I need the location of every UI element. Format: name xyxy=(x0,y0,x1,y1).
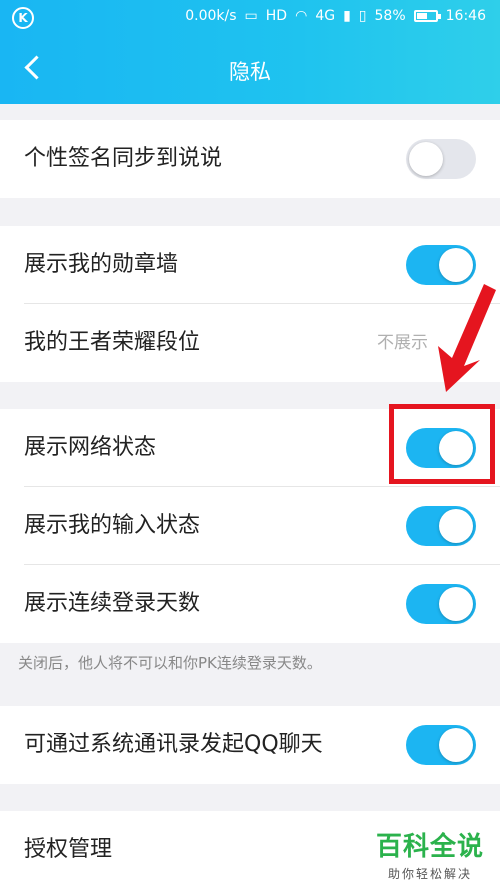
red-highlight-box xyxy=(389,404,495,484)
watermark-logo: 百科全说 助你轻松解决 xyxy=(376,826,484,882)
row-label: 展示网络状态 xyxy=(24,435,157,460)
toggle-knob xyxy=(439,248,473,282)
red-arrow-annotation xyxy=(438,284,496,392)
row-label: 我的王者荣耀段位 xyxy=(24,330,201,355)
row-contacts-qq-chat[interactable]: 可通过系统通讯录发起QQ聊天 xyxy=(0,706,500,784)
wifi-icon: ◠ xyxy=(295,8,308,24)
clock: 16:46 xyxy=(445,8,486,24)
battery-percent: 58% xyxy=(374,8,406,24)
row-label: 展示我的输入状态 xyxy=(24,513,201,538)
arrow-shape xyxy=(438,284,496,392)
toggle-knob xyxy=(439,587,473,621)
network-speed: 0.00k/s xyxy=(185,8,237,24)
signature-sync-toggle[interactable] xyxy=(406,139,476,179)
hd-icon: HD xyxy=(265,8,288,24)
4g-icon: 4G xyxy=(315,8,336,24)
row-login-days[interactable]: 展示连续登录天数 xyxy=(0,565,500,643)
toggle-knob xyxy=(439,509,473,543)
row-signature-sync[interactable]: 个性签名同步到说说 xyxy=(0,120,500,198)
medal-wall-toggle[interactable] xyxy=(406,245,476,285)
row-label: 个性签名同步到说说 xyxy=(24,146,223,171)
battery-fill xyxy=(416,13,428,19)
login-days-toggle[interactable] xyxy=(406,584,476,624)
app-header: K 0.00k/s ▭ HD ◠ 4G ▮ ▯ 58% 16:46 隐私 xyxy=(0,0,500,104)
nav-bar: 隐私 xyxy=(0,36,500,104)
contacts-qq-chat-toggle[interactable] xyxy=(406,725,476,765)
app-k-icon: K xyxy=(12,7,34,29)
login-days-hint: 关闭后，他人将不可以和你PK连续登录天数。 xyxy=(18,654,322,672)
watermark-subtitle: 助你轻松解决 xyxy=(387,867,472,881)
cast-icon: ▭ xyxy=(244,8,258,24)
row-label: 可通过系统通讯录发起QQ聊天 xyxy=(24,732,323,757)
status-bar: K 0.00k/s ▭ HD ◠ 4G ▮ ▯ 58% 16:46 xyxy=(0,0,500,36)
row-label: 授权管理 xyxy=(24,837,113,862)
input-status-toggle[interactable] xyxy=(406,506,476,546)
row-input-status[interactable]: 展示我的输入状态 xyxy=(0,487,500,565)
signal-icon: ▮ xyxy=(343,8,351,24)
toggle-knob xyxy=(439,728,473,762)
row-label: 展示我的勋章墙 xyxy=(24,252,179,277)
row-label: 展示连续登录天数 xyxy=(24,591,201,616)
sim-icon: ▯ xyxy=(358,8,367,24)
page-title: 隐私 xyxy=(229,60,271,84)
battery-icon xyxy=(413,10,441,22)
toggle-knob xyxy=(409,142,443,176)
status-indicators: 0.00k/s ▭ HD ◠ 4G ▮ ▯ 58% 16:46 xyxy=(185,8,486,24)
watermark-title: 百科全说 xyxy=(375,832,484,862)
